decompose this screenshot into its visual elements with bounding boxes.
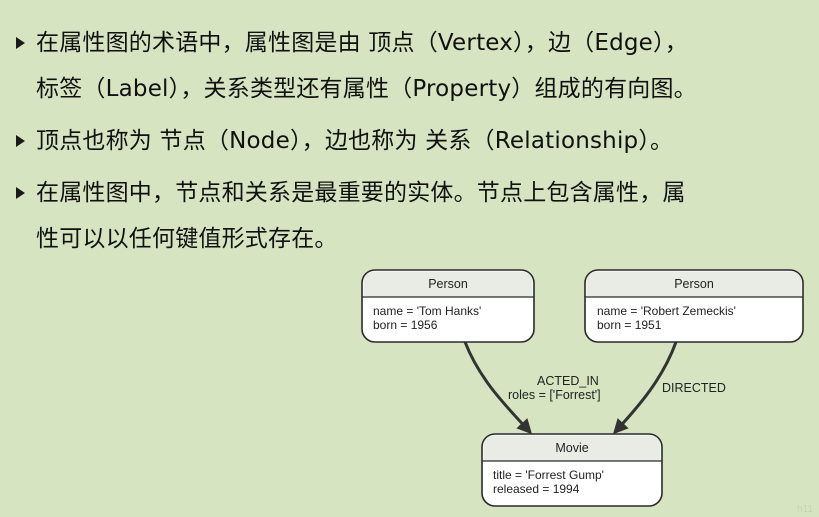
edge-label-directed: DIRECTED [662, 381, 726, 395]
node-label: Person [674, 277, 714, 291]
watermark: h11 [797, 504, 813, 515]
bullet-text-line: 性可以以任何键值形式存在。 [36, 226, 338, 252]
bullet-list: 在属性图的术语中，属性图是由 顶点（Vertex），边（Edge）， 标签（La… [14, 20, 804, 262]
bullet-item: 顶点也称为 节点（Node），边也称为 关系（Relationship）。 [14, 118, 804, 164]
bullet-text-line: 在属性图的术语中，属性图是由 顶点（Vertex），边（Edge）， [36, 30, 688, 56]
node-person-robert-zemeckis: Person name = 'Robert Zemeckis' born = 1… [584, 269, 804, 343]
node-prop: name = 'Tom Hanks' [373, 304, 481, 318]
bullet-text-line: 标签（Label），关系类型还有属性（Property）组成的有向图。 [36, 76, 697, 102]
node-prop: released = 1994 [493, 482, 580, 496]
bullet-text-line: 顶点也称为 节点（Node），边也称为 关系（Relationship）。 [36, 128, 674, 154]
edge-label-acted-in: ACTED_IN [537, 374, 599, 388]
triangle-bullet-icon [16, 135, 25, 147]
edge-directed [612, 341, 678, 435]
bullet-item: 在属性图中，节点和关系是最重要的实体。节点上包含属性，属 性可以以任何键值形式存… [14, 170, 804, 262]
edge-acted-in [463, 341, 533, 435]
bullet-text-line: 在属性图中，节点和关系是最重要的实体。节点上包含属性，属 [36, 180, 686, 206]
node-movie-forrest-gump: Movie title = 'Forrest Gump' released = … [481, 433, 663, 507]
node-prop: name = 'Robert Zemeckis' [597, 304, 736, 318]
triangle-bullet-icon [16, 37, 25, 49]
node-label: Person [428, 277, 468, 291]
node-prop: title = 'Forrest Gump' [493, 468, 604, 482]
node-label: Movie [555, 441, 588, 455]
node-prop: born = 1956 [373, 318, 438, 332]
node-person-tom-hanks: Person name = 'Tom Hanks' born = 1956 [361, 269, 535, 343]
edge-prop-roles: roles = ['Forrest'] [508, 388, 601, 402]
node-prop: born = 1951 [597, 318, 662, 332]
triangle-bullet-icon [16, 187, 25, 199]
bullet-item: 在属性图的术语中，属性图是由 顶点（Vertex），边（Edge）， 标签（La… [14, 20, 804, 112]
slide: 在属性图的术语中，属性图是由 顶点（Vertex），边（Edge）， 标签（La… [0, 0, 819, 517]
